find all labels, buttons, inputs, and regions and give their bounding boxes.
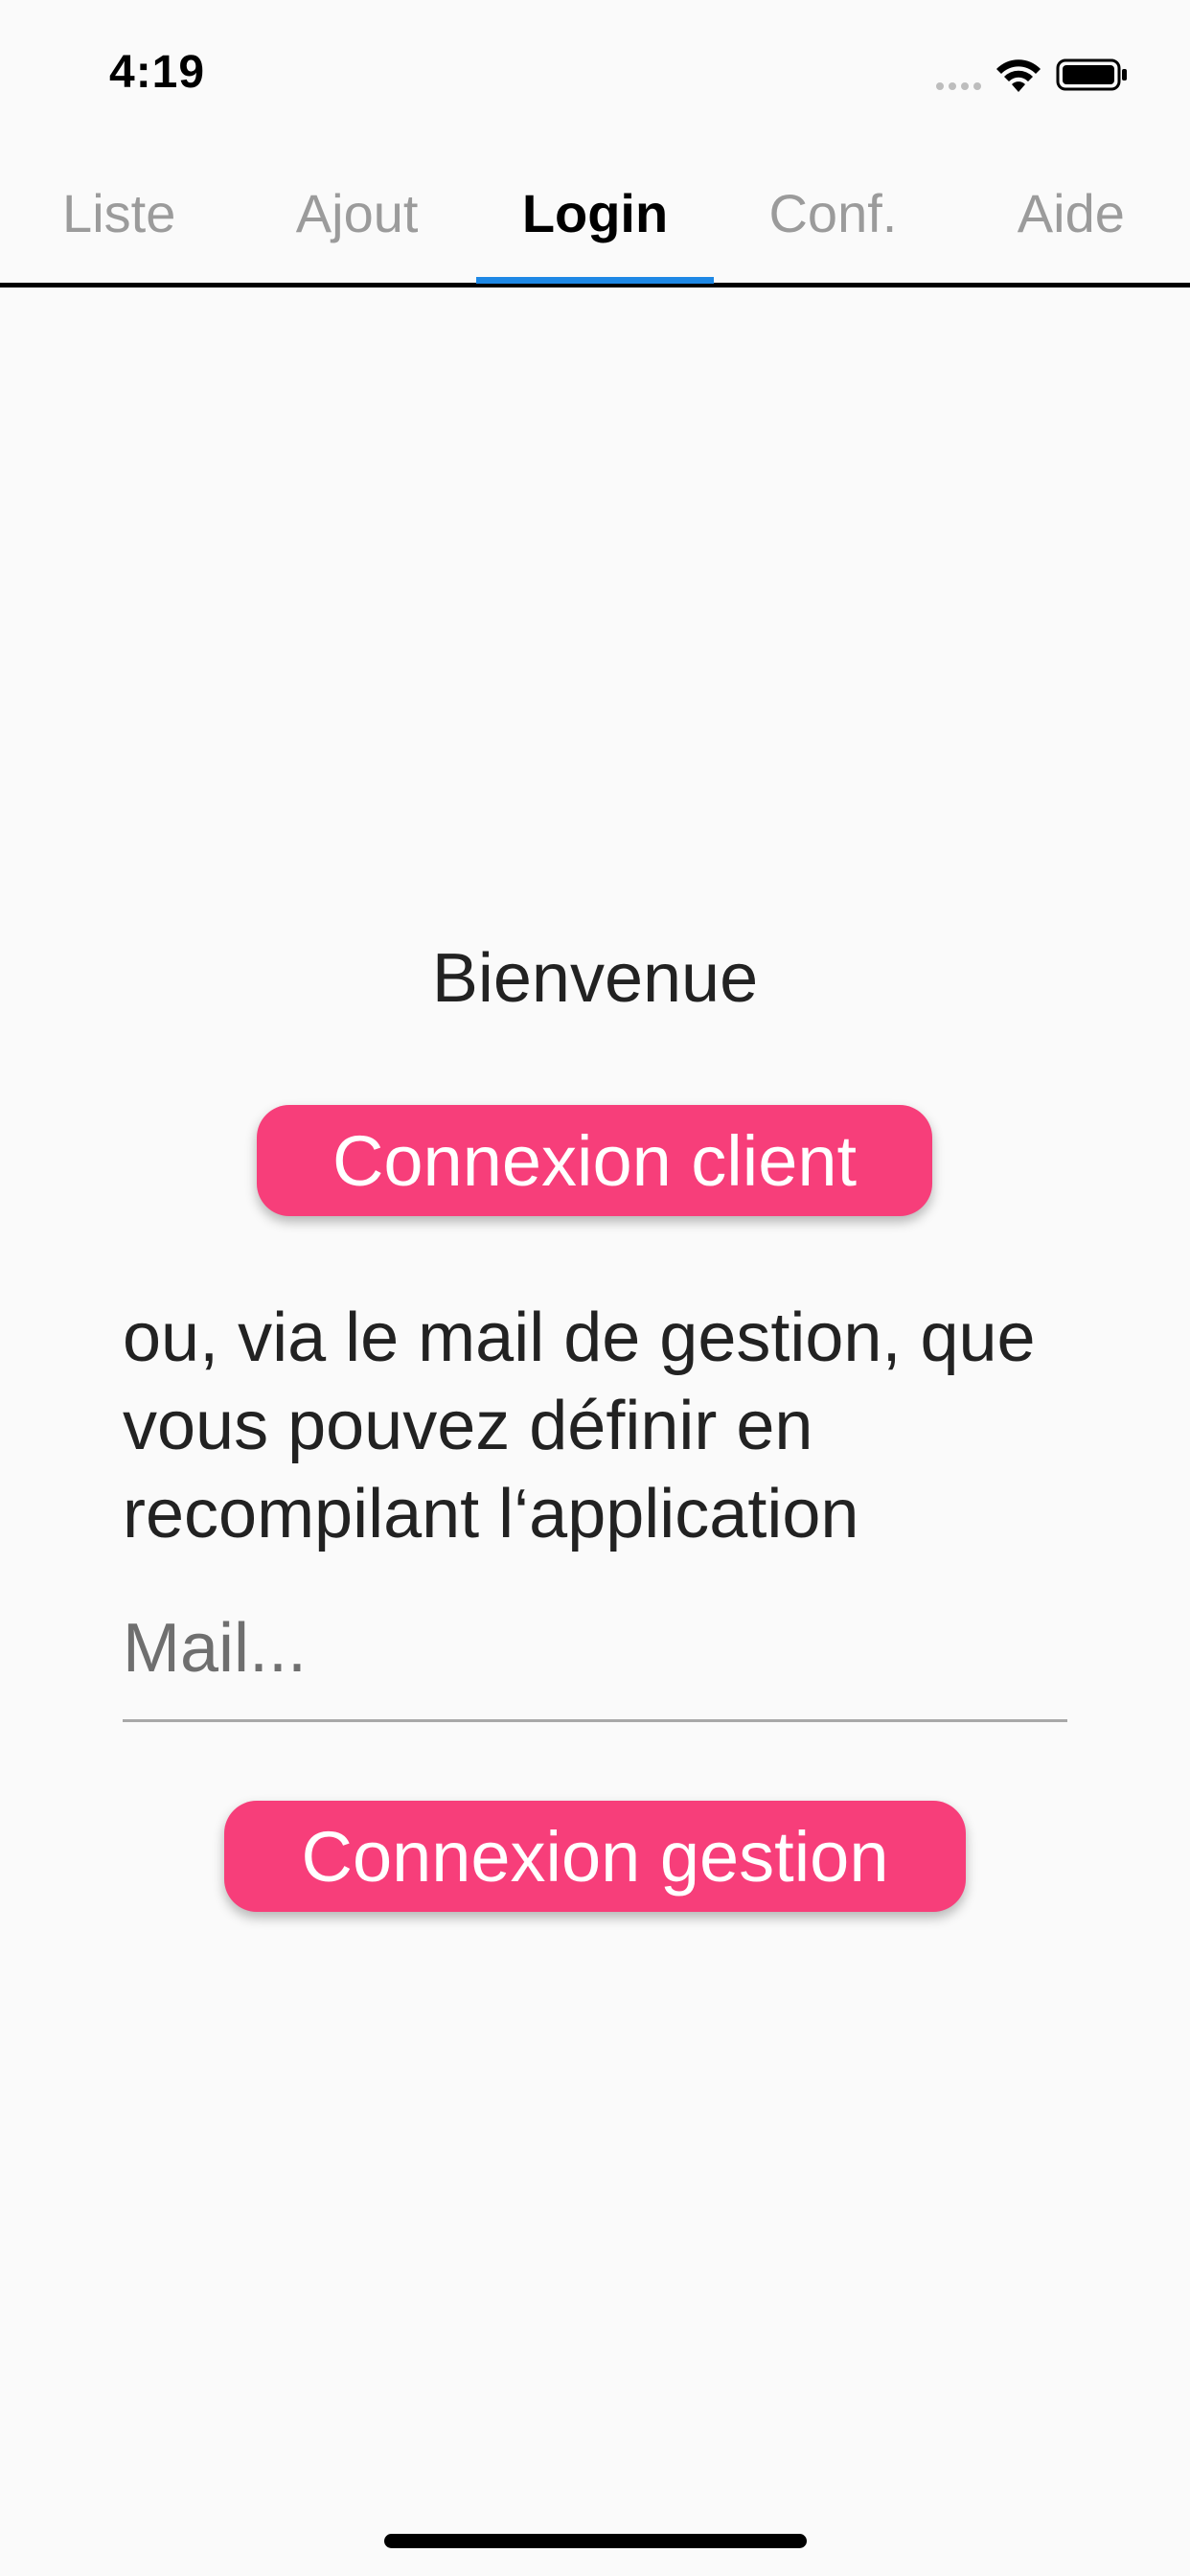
tab-ajout[interactable]: Ajout bbox=[238, 144, 475, 283]
welcome-title: Bienvenue bbox=[431, 940, 759, 1017]
home-indicator[interactable] bbox=[384, 2534, 807, 2548]
status-bar: 4:19 bbox=[0, 0, 1190, 144]
mail-input[interactable] bbox=[123, 1596, 1067, 1701]
tab-login[interactable]: Login bbox=[475, 144, 715, 284]
tab-conf[interactable]: Conf. bbox=[714, 144, 951, 283]
status-icons bbox=[936, 56, 1129, 94]
battery-icon bbox=[1056, 58, 1127, 91]
client-login-button[interactable]: Connexion client bbox=[257, 1105, 932, 1216]
signal-icon bbox=[936, 56, 981, 94]
mail-field bbox=[123, 1596, 1067, 1722]
info-text: ou, via le mail de gestion, que vous pou… bbox=[123, 1300, 1036, 1552]
gestion-login-button[interactable]: Connexion gestion bbox=[224, 1801, 966, 1912]
wifi-icon bbox=[996, 59, 1041, 92]
tab-aide[interactable]: Aide bbox=[952, 144, 1190, 283]
tab-liste[interactable]: Liste bbox=[0, 144, 238, 283]
status-time: 4:19 bbox=[109, 47, 206, 98]
tab-bar: Liste Ajout Login Conf. Aide bbox=[0, 144, 1190, 288]
